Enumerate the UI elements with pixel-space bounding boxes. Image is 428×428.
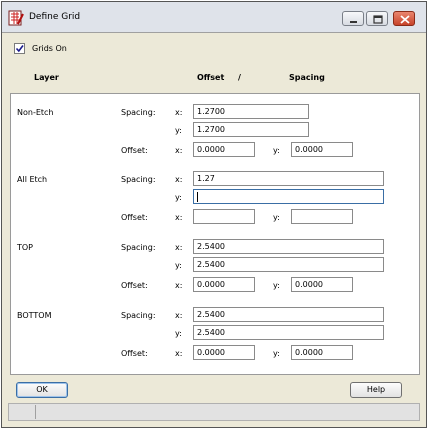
non-etch-spacing-x[interactable]: 1.2700 bbox=[193, 104, 309, 119]
offset-label: Offset: bbox=[121, 213, 148, 222]
top-spacing-x[interactable]: 2.5400 bbox=[193, 239, 384, 254]
y-label: y: bbox=[273, 213, 280, 222]
x-label: x: bbox=[175, 175, 183, 184]
bottom-offset-y[interactable]: 0.0000 bbox=[291, 345, 353, 360]
maximize-button[interactable] bbox=[366, 11, 388, 26]
bottom-spacing-x[interactable]: 2.5400 bbox=[193, 307, 384, 322]
layers-panel: Non-Etch Spacing: x: 1.2700 y: 1.2700 Of… bbox=[10, 93, 420, 375]
y-label: y: bbox=[273, 349, 280, 358]
header-spacing: Spacing bbox=[289, 73, 325, 82]
title-bar[interactable]: Define Grid bbox=[2, 2, 426, 33]
minimize-icon bbox=[350, 21, 357, 23]
maximize-icon bbox=[373, 15, 383, 24]
y-label: y: bbox=[273, 146, 280, 155]
offset-label: Offset: bbox=[121, 146, 148, 155]
x-label: x: bbox=[175, 108, 183, 117]
x-label: x: bbox=[175, 243, 183, 252]
spacing-label: Spacing: bbox=[121, 175, 156, 184]
offset-label: Offset: bbox=[121, 281, 148, 290]
status-divider bbox=[35, 405, 36, 419]
offset-label: Offset: bbox=[121, 349, 148, 358]
y-label: y: bbox=[175, 193, 182, 202]
x-label: x: bbox=[175, 281, 183, 290]
bottom-offset-x[interactable]: 0.0000 bbox=[193, 345, 255, 360]
non-etch-offset-x[interactable]: 0.0000 bbox=[193, 142, 255, 157]
top-offset-y[interactable]: 0.0000 bbox=[291, 277, 353, 292]
spacing-label: Spacing: bbox=[121, 243, 156, 252]
bottom-spacing-y[interactable]: 2.5400 bbox=[193, 325, 384, 340]
y-label: y: bbox=[273, 281, 280, 290]
close-button[interactable] bbox=[393, 11, 415, 26]
help-button[interactable]: Help bbox=[350, 382, 402, 398]
y-label: y: bbox=[175, 261, 182, 270]
all-etch-spacing-x[interactable]: 1.27 bbox=[193, 171, 384, 186]
y-label: y: bbox=[175, 329, 182, 338]
define-grid-window: Define Grid Grids On Layer Offset / Spac… bbox=[1, 1, 427, 428]
ok-button[interactable]: OK bbox=[16, 382, 68, 398]
spacing-label: Spacing: bbox=[121, 108, 156, 117]
x-label: x: bbox=[175, 213, 183, 222]
grid-app-icon bbox=[8, 10, 24, 26]
top-spacing-y[interactable]: 2.5400 bbox=[193, 257, 384, 272]
layer-name-all-etch: All Etch bbox=[17, 175, 48, 184]
layer-name-non-etch: Non-Etch bbox=[17, 108, 54, 117]
non-etch-offset-y[interactable]: 0.0000 bbox=[291, 142, 353, 157]
all-etch-offset-y[interactable] bbox=[291, 209, 353, 224]
check-icon bbox=[15, 45, 24, 53]
layer-name-top: TOP bbox=[17, 243, 34, 252]
grids-on-checkbox[interactable] bbox=[14, 43, 25, 54]
non-etch-spacing-y[interactable]: 1.2700 bbox=[193, 122, 309, 137]
spacing-label: Spacing: bbox=[121, 311, 156, 320]
text-caret bbox=[197, 192, 198, 202]
close-icon bbox=[400, 15, 410, 24]
status-bar bbox=[8, 403, 420, 421]
all-etch-spacing-y[interactable] bbox=[193, 189, 384, 204]
dialog-content: Grids On Layer Offset / Spacing Non-Etch… bbox=[2, 33, 426, 427]
top-offset-x[interactable]: 0.0000 bbox=[193, 277, 255, 292]
header-layer: Layer bbox=[34, 73, 59, 82]
y-label: y: bbox=[175, 126, 182, 135]
all-etch-offset-x[interactable] bbox=[193, 209, 255, 224]
window-title: Define Grid bbox=[29, 12, 81, 22]
x-label: x: bbox=[175, 311, 183, 320]
header-offset: Offset bbox=[197, 73, 225, 82]
layer-name-bottom: BOTTOM bbox=[17, 311, 52, 320]
grids-on-label: Grids On bbox=[32, 44, 67, 53]
header-slash: / bbox=[238, 73, 241, 82]
x-label: x: bbox=[175, 146, 183, 155]
x-label: x: bbox=[175, 349, 183, 358]
minimize-button[interactable] bbox=[342, 11, 364, 26]
